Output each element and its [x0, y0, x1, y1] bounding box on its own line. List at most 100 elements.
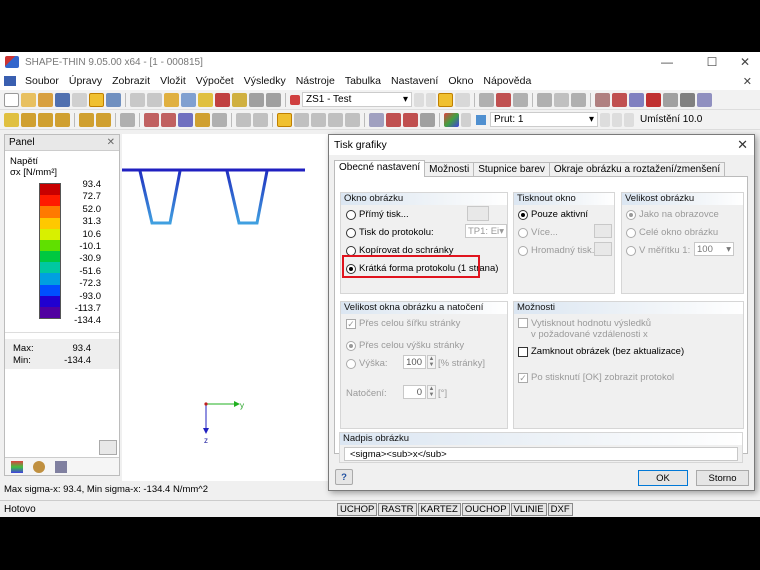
info-icon[interactable] [697, 92, 712, 107]
menu-vysledky[interactable]: Výsledky [239, 75, 291, 87]
stress-sx-icon[interactable] [236, 112, 251, 127]
radio-whole-window[interactable] [626, 227, 636, 238]
height-spinner[interactable]: ▲ ▼ [427, 355, 436, 369]
option-more[interactable]: Více... [518, 227, 558, 238]
zoom-all-icon[interactable] [161, 112, 176, 127]
tab-margins[interactable]: Okraje obrázku a roztažení/zmenšení [548, 162, 726, 177]
copy-icon[interactable] [663, 92, 678, 107]
stress-tau-icon[interactable] [253, 112, 268, 127]
axis-icon[interactable] [612, 92, 627, 107]
checkbox-lock-graphic[interactable] [518, 346, 528, 357]
section-icon[interactable] [181, 92, 196, 107]
element-icon[interactable] [38, 112, 53, 127]
camera-icon[interactable] [680, 92, 695, 107]
table-toggle-icon[interactable] [554, 92, 569, 107]
stress-sv-icon[interactable] [294, 112, 309, 127]
radio-height[interactable] [346, 358, 356, 369]
new-file-icon[interactable] [4, 92, 19, 107]
stress-list-icon[interactable] [345, 112, 360, 127]
view-icon[interactable] [479, 92, 494, 107]
display-options-icon[interactable] [33, 460, 45, 473]
menu-nastaveni[interactable]: Nastavení [386, 75, 443, 87]
grid-button[interactable]: RASTR [378, 502, 417, 516]
rotation-spinner[interactable]: ▲ ▼ [427, 385, 436, 399]
radio-more[interactable] [518, 227, 528, 238]
report-combo[interactable]: TP1: Ei ▾ [465, 224, 507, 238]
color-icon[interactable] [386, 112, 401, 127]
option-height[interactable]: Výška: [346, 358, 388, 369]
render-icon[interactable] [212, 112, 227, 127]
radio-copy-clipboard[interactable] [346, 245, 356, 256]
option-lock-graphic[interactable]: Zamknout obrázek (bez aktualizace) [518, 346, 684, 357]
menu-soubor[interactable]: Soubor [20, 75, 64, 87]
radio-print-to-report[interactable] [346, 227, 356, 238]
option-only-active[interactable]: Pouze aktivní [518, 209, 588, 220]
option-across-height[interactable]: Přes celou výšku stránky [346, 340, 464, 351]
menu-vlozit[interactable]: Vložit [155, 75, 191, 87]
member-icon[interactable] [96, 112, 111, 127]
ok-button[interactable]: OK [638, 470, 688, 486]
height-input[interactable]: 100 [403, 355, 426, 369]
palette-dropdown-icon[interactable] [461, 112, 471, 127]
palette-icon[interactable] [444, 112, 459, 127]
checkbox-across-width[interactable]: ✓ [346, 318, 356, 329]
radio-direct-print[interactable] [346, 209, 356, 220]
option-direct-print[interactable]: Přímý tisk... [346, 209, 409, 220]
display-icon[interactable] [513, 92, 528, 107]
tab-color-scale[interactable]: Stupnice barev [473, 162, 550, 177]
color-scale-icon[interactable] [11, 460, 23, 473]
prev-case-icon[interactable] [414, 92, 424, 107]
cartesian-button[interactable]: KARTEZ [417, 502, 461, 516]
graphics-canvas[interactable]: y z [122, 134, 332, 517]
grid-toggle-icon[interactable] [537, 92, 552, 107]
open-icon[interactable] [38, 92, 53, 107]
stress-ts-icon[interactable] [328, 112, 343, 127]
select-icon[interactable] [120, 112, 135, 127]
next-member-icon[interactable] [612, 112, 622, 127]
member-spin-icon[interactable] [624, 112, 634, 127]
results-icon[interactable] [215, 92, 230, 107]
report-icon[interactable] [106, 92, 121, 107]
view-3d-icon[interactable] [178, 112, 193, 127]
dxf-button[interactable]: DXF [547, 502, 573, 516]
member-combo[interactable]: Prut: 1 ▾ [490, 112, 598, 127]
undo-icon[interactable] [130, 92, 145, 107]
load-case-combo[interactable]: ZS1 - Test ▾ [302, 92, 412, 107]
option-print-result-value[interactable]: Vytisknout hodnotu výsledků v požadované… [518, 318, 651, 340]
redo-icon[interactable] [147, 92, 162, 107]
hatch-icon[interactable] [195, 112, 210, 127]
menu-napoveda[interactable]: Nápověda [478, 75, 536, 87]
values-icon[interactable] [455, 92, 470, 107]
radio-batch-print[interactable] [518, 245, 528, 256]
option-across-width[interactable]: ✓ Přes celou šířku stránky [346, 318, 460, 329]
checkbox-print-result-value[interactable] [518, 318, 528, 328]
cancel-button[interactable]: Storno [696, 470, 749, 486]
diagram-icon[interactable] [369, 112, 384, 127]
option-as-screen[interactable]: Jako na obrazovce [626, 209, 719, 220]
prev-member-icon[interactable] [600, 112, 610, 127]
stress-tt-icon[interactable] [311, 112, 326, 127]
menu-upravy[interactable]: Úpravy [64, 75, 107, 87]
tab-general[interactable]: Obecné nastavení [334, 160, 426, 177]
guideline-button[interactable]: VLINIE [510, 502, 547, 516]
stress-icon[interactable] [496, 92, 511, 107]
object-snap-button[interactable]: OUCHOP [461, 502, 510, 516]
option-whole-window[interactable]: Celé okno obrázku [626, 227, 718, 238]
option-print-to-report[interactable]: Tisk do protokolu: [346, 227, 434, 238]
print-graphic-icon[interactable] [89, 92, 104, 107]
lock-icon[interactable] [420, 112, 435, 127]
rotation-input[interactable]: 0 [403, 385, 426, 399]
zoom-icon[interactable] [144, 112, 159, 127]
menu-tabulka[interactable]: Tabulka [340, 75, 386, 87]
more-windows-icon[interactable] [594, 224, 612, 238]
close-button[interactable]: ✕ [730, 52, 760, 72]
line-icon[interactable] [21, 112, 36, 127]
heading-input[interactable]: <sigma><sub>x</sub> [344, 447, 738, 461]
measure-icon[interactable] [595, 92, 610, 107]
node-icon[interactable] [629, 92, 644, 107]
batch-print-icon[interactable] [594, 242, 612, 256]
next-case-icon[interactable] [426, 92, 436, 107]
snap-button[interactable]: UCHOP [337, 502, 378, 516]
settings-icon[interactable] [232, 92, 247, 107]
stress-active-icon[interactable] [277, 112, 292, 127]
